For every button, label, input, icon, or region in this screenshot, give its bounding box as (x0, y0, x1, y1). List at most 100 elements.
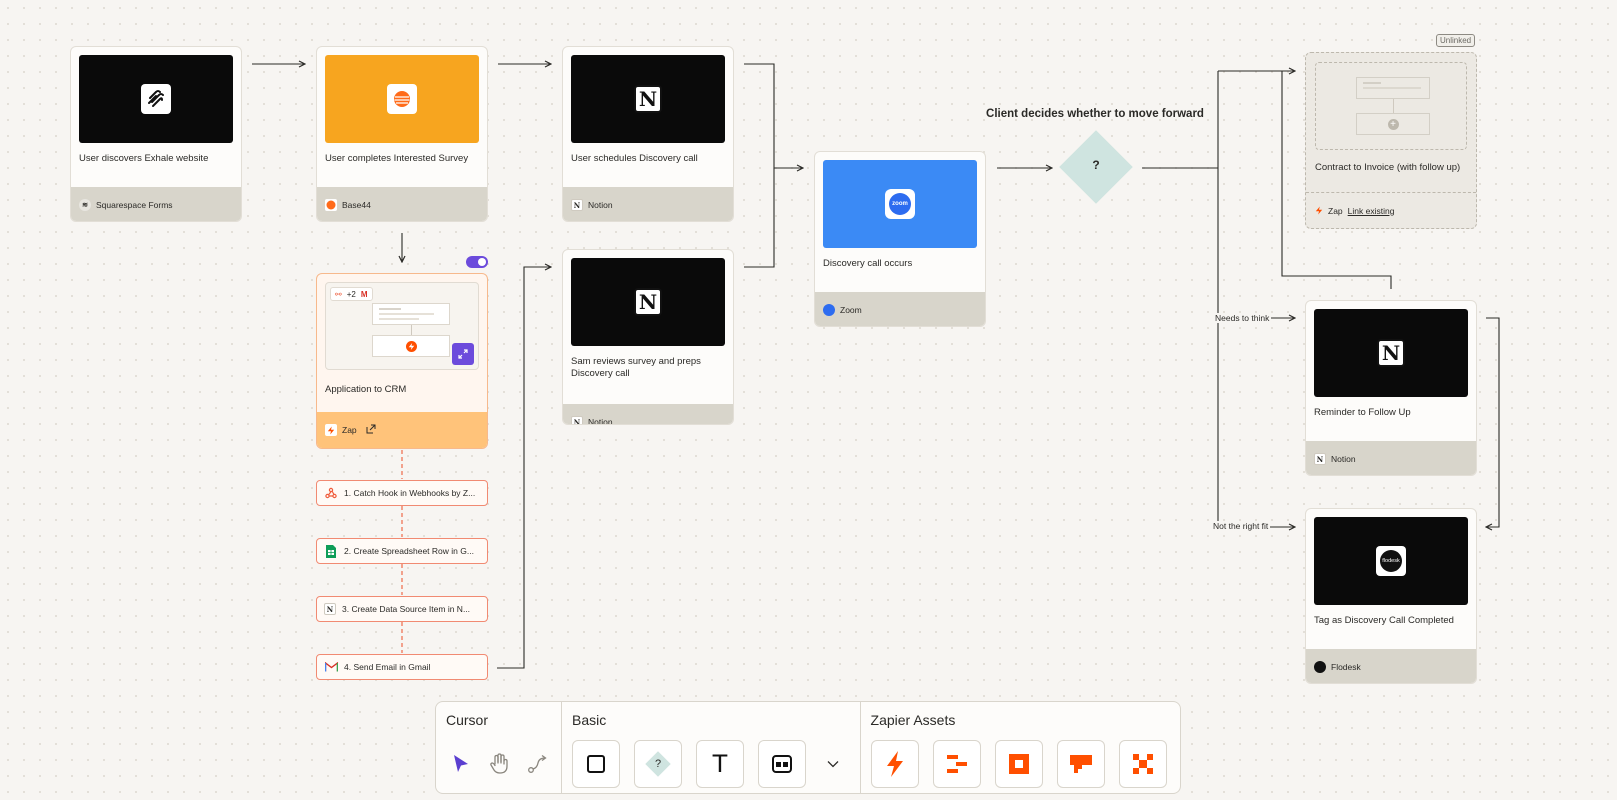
notion-icon: N (634, 288, 662, 316)
toolbar-section-title: Basic (572, 712, 607, 728)
base44-icon (387, 84, 417, 114)
node-thumbnail: flodesk (1314, 517, 1468, 605)
zap-footer-label: Zap (342, 425, 357, 435)
flodesk-logo-text: flodesk (1380, 550, 1402, 572)
node-card-discovery-call[interactable]: zoom Discovery call occurs Zoom (814, 151, 986, 327)
node-card-schedules-discovery[interactable]: N User schedules Discovery call N Notion (562, 46, 734, 222)
hand-tool[interactable] (486, 750, 512, 778)
chatbot-asset-button[interactable] (1056, 740, 1105, 788)
more-tools-button[interactable] (820, 740, 846, 788)
node-title: User discovers Exhale website (79, 153, 209, 164)
node-card-sam-reviews[interactable]: N Sam reviews survey and preps Discovery… (562, 249, 734, 425)
node-card-interested-survey[interactable]: User completes Interested Survey Base44 (316, 46, 488, 222)
decision-tool[interactable]: ? (634, 740, 682, 788)
unlinked-footer-prefix: Zap (1328, 205, 1343, 216)
preview-action-block (372, 335, 450, 357)
node-title: Discovery call occurs (823, 258, 913, 269)
flodesk-icon: flodesk (1376, 546, 1406, 576)
gmail-icon: M (360, 289, 368, 299)
node-footer: Flodesk (1306, 649, 1476, 683)
add-icon[interactable]: + (1387, 118, 1399, 130)
zap-card-application-to-crm[interactable]: ⚯ +2 M Application to CRM Zap (316, 273, 488, 449)
zap-bolt-icon (886, 751, 903, 777)
branch-label-needs-to-think: Needs to think (1213, 313, 1272, 323)
zoom-icon: zoom (885, 189, 915, 219)
zapier-bolt-icon (405, 340, 417, 352)
zap-footer: Zap (317, 412, 487, 448)
node-app-name: Flodesk (1331, 662, 1361, 672)
toolbar-section-zapier-assets: Zapier Assets (861, 702, 1180, 793)
webhook-icon (324, 486, 338, 500)
zap-toggle[interactable] (466, 256, 488, 268)
zoom-logo-text: zoom (889, 193, 911, 215)
node-thumbnail: N (571, 258, 725, 346)
unlinked-footer: Zap Link existing (1306, 192, 1476, 228)
expand-icon (458, 349, 468, 359)
notion-icon: N (571, 199, 583, 211)
zoom-icon (823, 304, 835, 316)
interface-asset-button[interactable] (994, 740, 1043, 788)
zap-step-label: 2. Create Spreadsheet Row in G... (344, 546, 474, 556)
node-footer: Base44 (317, 187, 487, 221)
notion-icon: N (571, 416, 583, 424)
webhook-icon: ⚯ (335, 289, 342, 299)
node-footer: Zoom (815, 292, 985, 326)
toolbar-section-title: Zapier Assets (870, 712, 956, 728)
decision-symbol: ? (1092, 158, 1100, 172)
node-card-reminder-follow-up[interactable]: N Reminder to Follow Up N Notion (1305, 300, 1477, 476)
node-card-exhale-website[interactable]: User discovers Exhale website ≋ Squaresp… (70, 46, 242, 222)
node-footer: ≋ Squarespace Forms (71, 187, 241, 221)
node-thumbnail: N (1314, 309, 1468, 397)
decision-tool-glyph: ? (654, 758, 662, 770)
zapier-bolt-icon (325, 424, 337, 436)
node-card-tag-discovery-completed[interactable]: flodesk Tag as Discovery Call Completed … (1305, 508, 1477, 684)
component-icon (772, 755, 792, 773)
canvas-icon (1132, 754, 1153, 774)
table-asset-button[interactable] (932, 740, 981, 788)
node-app-name: Zoom (840, 305, 862, 315)
node-thumbnail (79, 55, 233, 143)
zapier-bolt-icon (1315, 206, 1323, 215)
zap-step-4[interactable]: 4. Send Email in Gmail (316, 654, 488, 680)
node-title: Reminder to Follow Up (1314, 407, 1411, 418)
pointer-tool[interactable] (448, 750, 474, 778)
node-footer: N Notion (1306, 441, 1476, 475)
unlinked-zap-card[interactable]: + Contract to Invoice (with follow up) Z… (1305, 52, 1477, 229)
zap-step-3[interactable]: N 3. Create Data Source Item in N... (316, 596, 488, 622)
rectangle-tool[interactable] (572, 740, 620, 788)
flodesk-icon (1314, 661, 1326, 673)
preview-trigger-block (372, 303, 450, 325)
connector-tool[interactable] (525, 750, 551, 778)
node-app-name: Notion (588, 200, 613, 210)
squarespace-icon (141, 84, 171, 114)
link-existing-link[interactable]: Link existing (1348, 206, 1395, 216)
notion-icon: N (1314, 453, 1326, 465)
external-link-icon[interactable] (366, 424, 376, 436)
zap-app-badges: ⚯ +2 M (330, 287, 373, 301)
zap-step-label: 4. Send Email in Gmail (344, 662, 431, 672)
notion-icon: N (634, 85, 662, 113)
gmail-icon (324, 660, 338, 674)
node-footer: N Notion (563, 404, 733, 425)
toolbar-section-cursor: Cursor (436, 702, 562, 793)
bottom-toolbar: Cursor Basic ? T Zapier Assets (435, 701, 1181, 794)
unlinked-badge: Unlinked (1436, 34, 1476, 47)
zap-step-1[interactable]: 1. Catch Hook in Webhooks by Z... (316, 480, 488, 506)
node-footer: N Notion (563, 187, 733, 221)
text-icon: T (712, 750, 728, 778)
table-icon (946, 755, 967, 773)
zap-step-2[interactable]: 2. Create Spreadsheet Row in G... (316, 538, 488, 564)
canvas-asset-button[interactable] (1118, 740, 1167, 788)
zap-asset-button[interactable] (870, 740, 919, 788)
node-app-name: Squarespace Forms (96, 200, 173, 210)
decision-title: Client decides whether to move forward (986, 108, 1204, 120)
toolbar-section-title: Cursor (446, 712, 489, 728)
zap-step-label: 3. Create Data Source Item in N... (342, 604, 471, 614)
toolbar-section-basic: Basic ? T (562, 702, 861, 793)
node-app-name: Notion (588, 417, 613, 425)
expand-button[interactable] (452, 343, 474, 365)
text-tool[interactable]: T (696, 740, 744, 788)
branch-label-not-right-fit: Not the right fit (1211, 521, 1271, 531)
component-tool[interactable] (758, 740, 806, 788)
node-title: Tag as Discovery Call Completed (1314, 615, 1454, 626)
